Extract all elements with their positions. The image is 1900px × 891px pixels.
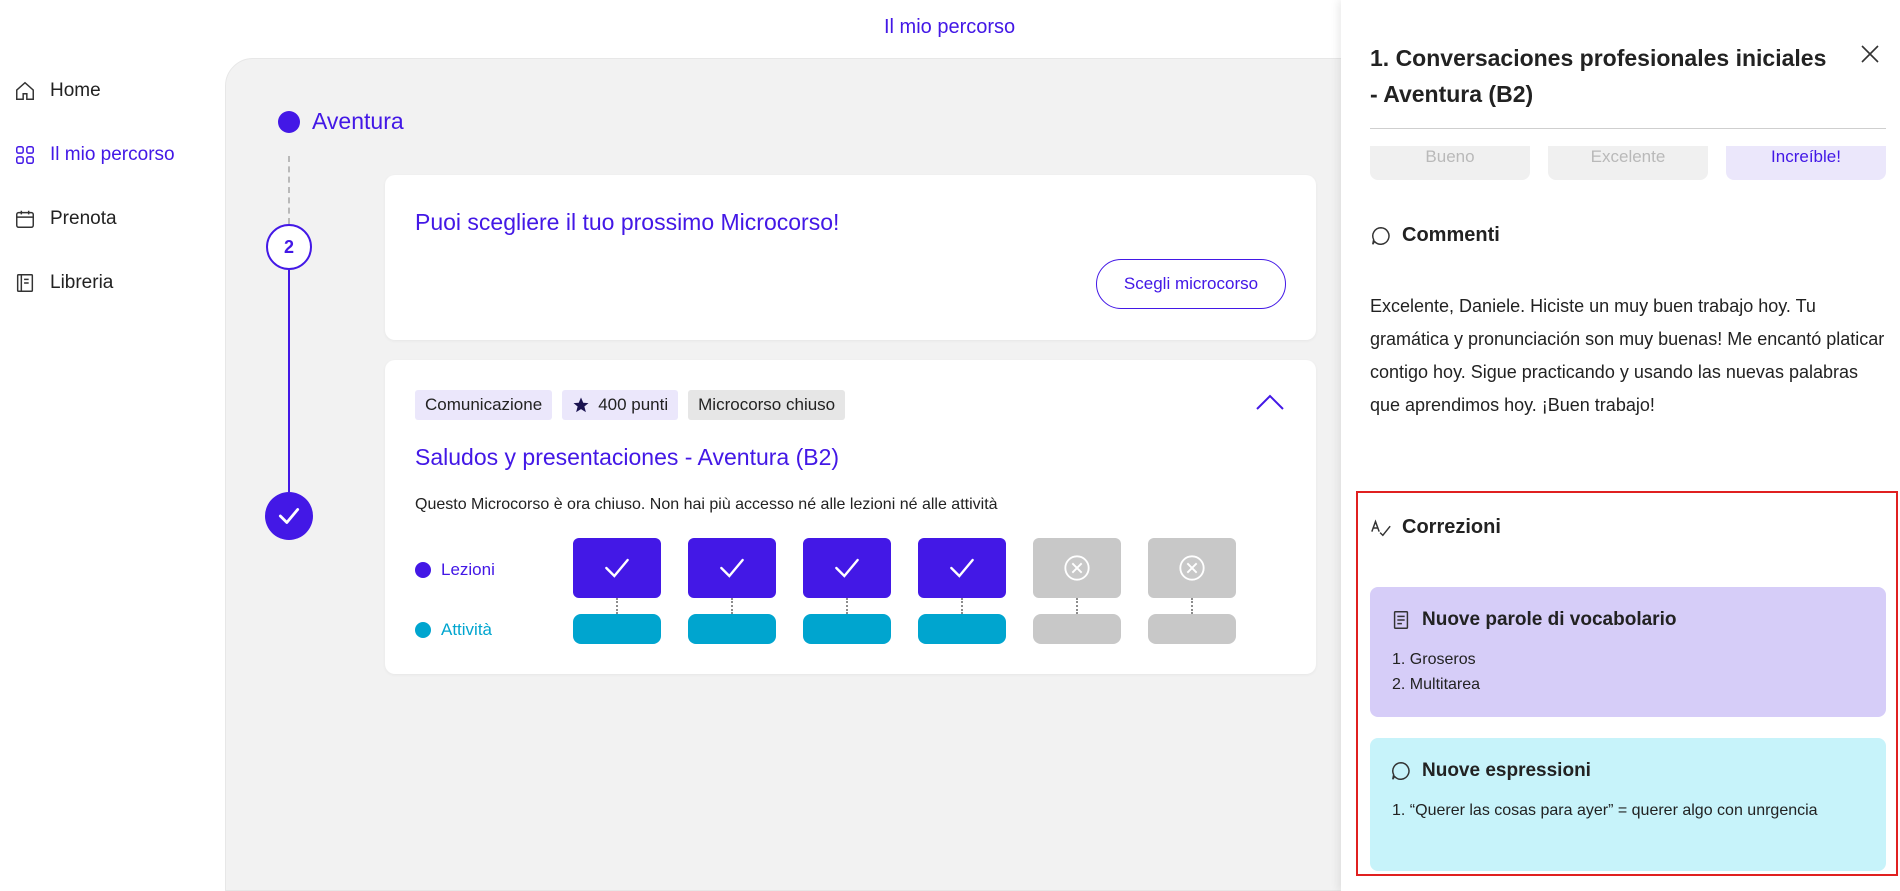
feedback-panel: 1. Conversaciones profesionales iniciale…	[1341, 0, 1900, 891]
list-item: 2. Multitarea	[1392, 676, 1481, 693]
activities-label: Attività	[415, 620, 492, 640]
activity-bar-completed[interactable]	[918, 614, 1006, 644]
microcourse-card: Comunicazione 400 punti Microcorso chius…	[385, 360, 1316, 674]
list-item: 1. Groseros	[1392, 651, 1476, 668]
course-description: Questo Microcorso è ora chiuso. Non hai …	[415, 496, 998, 513]
activities-label-text: Attività	[441, 620, 493, 639]
spell-check-icon	[1371, 518, 1391, 536]
path-title: Aventura	[312, 108, 404, 134]
activities-dot	[415, 622, 431, 638]
lesson-tile-completed[interactable]	[688, 538, 776, 598]
points-label: 400 punti	[598, 395, 669, 414]
lesson-connector	[731, 598, 733, 614]
lesson-tile-completed[interactable]	[573, 538, 661, 598]
lessons-dot	[415, 562, 431, 578]
comment-text: Excelente, Daniele. Hiciste un muy buen …	[1370, 296, 1885, 415]
star-icon	[573, 397, 589, 413]
rating-option-selected[interactable]: Increíble!	[1726, 146, 1886, 180]
check-icon	[835, 558, 859, 578]
corrections-heading-label: Correzioni	[1402, 516, 1501, 538]
corrections-heading: Correzioni	[1370, 516, 1501, 539]
close-circle-icon	[1179, 555, 1205, 581]
sidebar-item-label: Il mio percorso	[50, 144, 175, 165]
step-number-badge: 2	[266, 224, 312, 270]
lesson-connector	[846, 598, 848, 614]
check-icon	[720, 558, 744, 578]
lessons-label-text: Lezioni	[441, 560, 495, 579]
lesson-connector	[616, 598, 618, 614]
rating-options: Bueno Excelente Increíble!	[1370, 146, 1886, 181]
lesson-tile-completed[interactable]	[803, 538, 891, 598]
document-icon	[1393, 611, 1409, 629]
path-header: Aventura	[278, 108, 404, 135]
completed-step-badge	[265, 492, 313, 540]
home-icon	[16, 81, 34, 100]
tag-list: Comunicazione 400 punti Microcorso chius…	[415, 390, 846, 420]
vocabulary-list: 1. Groseros 2. Multitarea	[1392, 647, 1482, 697]
sidebar-item-label: Prenota	[50, 208, 117, 229]
rating-option[interactable]: Excelente	[1548, 146, 1708, 180]
check-icon	[605, 558, 629, 578]
close-circle-icon	[1064, 555, 1090, 581]
course-title: Saludos y presentaciones - Aventura (B2)	[415, 444, 840, 470]
next-microcourse-card: Puoi scegliere il tuo prossimo Microcors…	[385, 175, 1316, 340]
speech-bubble-icon	[1372, 226, 1390, 245]
expressions-heading-label: Nuove espressioni	[1422, 760, 1591, 781]
timeline-line	[288, 270, 290, 492]
lesson-tile-locked	[1033, 538, 1121, 598]
close-icon[interactable]	[1858, 42, 1882, 66]
rating-option[interactable]: Bueno	[1370, 146, 1530, 180]
speech-bubble-icon	[1392, 762, 1410, 780]
expressions-box: Nuove espressioni 1. “Querer las cosas p…	[1370, 738, 1886, 871]
activity-bar-locked	[1148, 614, 1236, 644]
lesson-connector	[961, 598, 963, 614]
sidebar-item-home[interactable]: Home	[14, 80, 101, 102]
check-icon	[278, 508, 300, 524]
activity-bar-completed[interactable]	[803, 614, 891, 644]
book-icon	[16, 274, 34, 292]
grid-icon	[16, 146, 34, 164]
vocabulary-heading-label: Nuove parole di vocabolario	[1422, 609, 1677, 630]
comments-heading: Commenti	[1370, 224, 1500, 247]
check-icon	[950, 558, 974, 578]
panel-title: 1. Conversaciones profesionales iniciale…	[1370, 45, 1827, 107]
list-item: 1. “Querer las cosas para ayer” = querer…	[1392, 802, 1818, 819]
expressions-heading: Nuove espressioni	[1390, 760, 1591, 782]
path-dot	[278, 110, 300, 133]
sidebar-item-book[interactable]: Prenota	[14, 208, 117, 230]
points-tag: 400 punti	[562, 390, 679, 420]
lesson-tile-completed[interactable]	[918, 538, 1006, 598]
card-title: Puoi scegliere il tuo prossimo Microcors…	[415, 209, 840, 235]
activity-bar-locked	[1033, 614, 1121, 644]
activity-bar-completed[interactable]	[573, 614, 661, 644]
timeline-dashed-line	[288, 156, 290, 224]
comments-heading-label: Commenti	[1402, 224, 1500, 246]
category-tag: Comunicazione	[415, 390, 553, 420]
sidebar-item-library[interactable]: Libreria	[14, 272, 113, 294]
sidebar-item-my-path[interactable]: Il mio percorso	[14, 144, 175, 166]
vocabulary-box: Nuove parole di vocabolario 1. Groseros …	[1370, 587, 1886, 717]
lesson-connector	[1076, 598, 1078, 614]
lessons-label: Lezioni	[415, 560, 495, 580]
chevron-up-icon[interactable]	[1254, 390, 1286, 414]
activity-bar-completed[interactable]	[688, 614, 776, 644]
calendar-icon	[16, 210, 34, 228]
status-tag: Microcorso chiuso	[688, 390, 846, 420]
sidebar-item-label: Libreria	[50, 272, 114, 293]
vocabulary-heading: Nuove parole di vocabolario	[1390, 609, 1676, 631]
sidebar-item-label: Home	[50, 80, 101, 101]
lesson-connector	[1191, 598, 1193, 614]
page-title: Il mio percorso	[884, 16, 1016, 38]
panel-divider	[1370, 128, 1886, 129]
lesson-tile-locked	[1148, 538, 1236, 598]
choose-microcourse-button[interactable]: Scegli microcorso	[1096, 259, 1286, 309]
expressions-list: 1. “Querer las cosas para ayer” = querer…	[1392, 798, 1832, 823]
